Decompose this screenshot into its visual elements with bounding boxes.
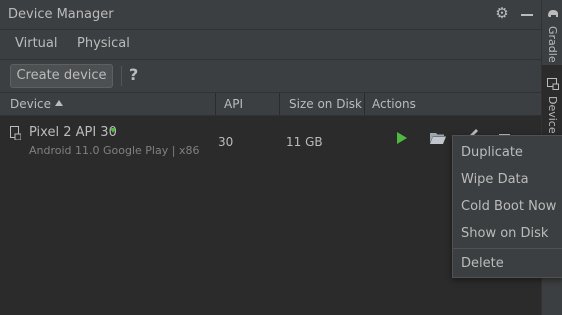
online-status-icon	[110, 128, 116, 133]
menu-separator	[453, 248, 562, 249]
toolbar-separator	[121, 66, 122, 86]
create-device-button[interactable]: Create device	[10, 64, 113, 88]
tab-bar: Virtual Physical	[0, 30, 541, 89]
context-menu: Duplicate Wipe Data Cold Boot Now Show o…	[452, 135, 562, 278]
table-header: Device API Size on Disk Actions	[0, 93, 541, 116]
device-name: Pixel 2 API 30	[29, 125, 117, 140]
tab-virtual[interactable]: Virtual	[15, 36, 57, 51]
column-header-actions: Actions	[372, 97, 416, 111]
play-icon[interactable]	[397, 132, 407, 144]
folder-icon[interactable]	[430, 132, 446, 144]
column-divider[interactable]	[215, 93, 216, 115]
gradle-tool-button[interactable]: Gradle	[546, 26, 559, 63]
sort-ascending-icon	[55, 100, 63, 106]
menu-item-duplicate[interactable]: Duplicate	[461, 145, 523, 160]
elephant-icon[interactable]	[547, 7, 559, 19]
device-phone-icon	[10, 126, 21, 140]
column-header-device[interactable]: Device	[10, 97, 51, 111]
column-divider[interactable]	[364, 93, 365, 115]
menu-item-cold-boot[interactable]: Cold Boot Now	[461, 199, 556, 214]
column-header-size[interactable]: Size on Disk	[289, 97, 362, 111]
column-header-api[interactable]: API	[224, 97, 243, 111]
device-api: 30	[218, 135, 234, 149]
menu-item-wipe-data[interactable]: Wipe Data	[461, 172, 529, 187]
help-icon[interactable]: ?	[129, 65, 138, 84]
device-size: 11 GB	[286, 135, 323, 149]
tab-physical[interactable]: Physical	[77, 36, 130, 51]
gear-icon[interactable]: ⚙	[493, 4, 511, 22]
menu-item-delete[interactable]: Delete	[461, 256, 504, 271]
device-manager-icon[interactable]	[547, 78, 559, 90]
column-divider[interactable]	[279, 93, 280, 115]
minimize-icon[interactable]	[521, 14, 533, 16]
device-details: Android 11.0 Google Play | x86	[29, 144, 200, 157]
window-title: Device Manager	[8, 7, 114, 22]
title-bar: Device Manager ⚙	[0, 0, 541, 30]
menu-item-show-on-disk[interactable]: Show on Disk	[461, 226, 548, 241]
toolbar: Create device ?	[0, 60, 541, 93]
